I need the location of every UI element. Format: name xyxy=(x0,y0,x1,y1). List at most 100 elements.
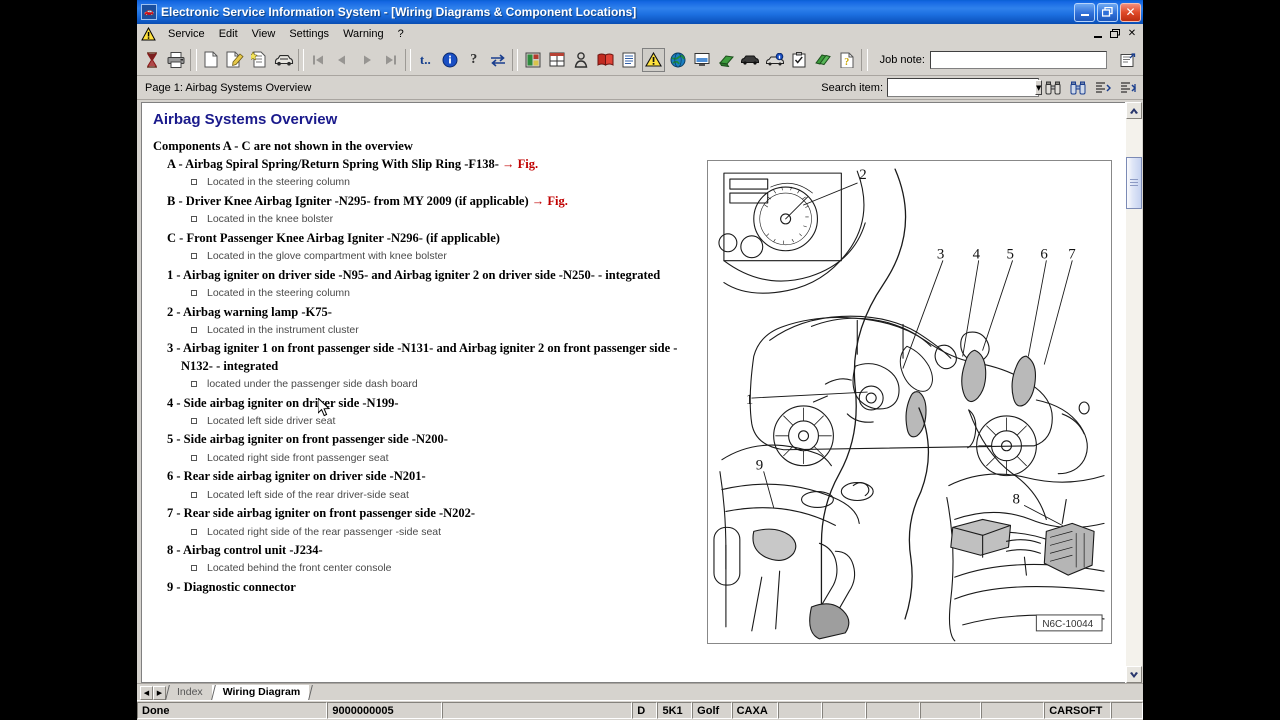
warning-button[interactable] xyxy=(642,47,665,72)
find-button[interactable] xyxy=(1042,77,1064,98)
diagram-callouts: 1 2 3 4 5 6 7 8 9 xyxy=(746,167,1076,507)
menu-item-edit[interactable]: Edit xyxy=(212,26,245,42)
grid-button[interactable] xyxy=(545,47,568,72)
restore-icon xyxy=(1102,7,1113,17)
status-blank-4 xyxy=(866,702,920,719)
menu-item-help[interactable]: ? xyxy=(391,26,411,42)
toolbar-separator xyxy=(190,48,197,71)
help-button[interactable]: ? xyxy=(462,47,485,72)
page-help-button[interactable]: ? xyxy=(836,47,859,72)
list-item: A - Airbag Spiral Spring/Return Spring W… xyxy=(153,156,699,173)
scroll-up-button[interactable] xyxy=(1126,102,1142,119)
swap-button[interactable] xyxy=(486,47,510,72)
menu-item-settings[interactable]: Settings xyxy=(282,26,336,42)
window-title: Electronic Service Information System - … xyxy=(161,5,637,19)
search-input[interactable] xyxy=(888,80,1035,95)
list-item-sub: Located right side front passenger seat xyxy=(153,452,699,466)
status-blank-3 xyxy=(821,702,867,719)
status-bar: Done 9000000005 D 5K1 Golf CAXA CARSOFT xyxy=(137,700,1144,720)
component-location-diagram[interactable]: 1 2 3 4 5 6 7 8 9 N6C-10044 xyxy=(707,160,1112,644)
item-text: - Driver Knee Airbag Igniter -N295- from… xyxy=(178,193,529,208)
red-book-button[interactable] xyxy=(594,47,617,72)
search-item-combo[interactable]: ▼ xyxy=(887,78,1043,97)
mdi-close-button[interactable]: ✕ xyxy=(1125,26,1139,40)
menu-item-warning[interactable]: Warning xyxy=(336,26,391,42)
status-blank-2 xyxy=(777,702,822,719)
checklist-button[interactable] xyxy=(787,47,810,72)
warning-triangle-icon xyxy=(141,26,156,41)
car-info-icon xyxy=(765,52,784,65)
green-books-button[interactable] xyxy=(811,47,835,72)
green-parts-button[interactable] xyxy=(715,47,738,72)
properties-icon xyxy=(1120,52,1135,67)
green-books-icon xyxy=(815,54,831,66)
car-black-button[interactable] xyxy=(739,47,762,72)
tab-index[interactable]: Index xyxy=(166,685,212,700)
indent-left-button[interactable] xyxy=(1092,77,1114,98)
app-icon: 🚗 xyxy=(141,4,157,20)
indent-right-button[interactable] xyxy=(1117,77,1139,98)
job-note-properties-button[interactable] xyxy=(1116,47,1139,72)
status-model-name: Golf xyxy=(692,702,732,719)
menu-item-service[interactable]: Service xyxy=(161,26,212,42)
item-key: 5 xyxy=(167,432,174,447)
fig-link[interactable]: Fig. xyxy=(547,194,567,208)
scroll-down-button[interactable] xyxy=(1126,666,1142,683)
info-button[interactable] xyxy=(438,47,461,72)
globe-icon xyxy=(670,52,686,67)
next-page-button[interactable] xyxy=(355,47,378,72)
tab-prev-button[interactable]: ◀ xyxy=(140,685,153,700)
print-button[interactable] xyxy=(165,47,188,72)
tab-next-button[interactable]: ▶ xyxy=(153,685,166,700)
vertical-scrollbar[interactable] xyxy=(1125,102,1142,683)
mdi-restore-button[interactable] xyxy=(1108,26,1122,40)
printer-icon xyxy=(167,51,185,68)
new-document-button[interactable] xyxy=(199,47,222,72)
item-text: - Rear side airbag igniter on driver sid… xyxy=(176,469,426,484)
tab-wiring-diagram[interactable]: Wiring Diagram xyxy=(211,685,310,700)
menu-item-view[interactable]: View xyxy=(245,26,283,42)
scrollbar-thumb[interactable] xyxy=(1126,157,1142,209)
restore-button[interactable] xyxy=(1097,2,1118,22)
report-button[interactable] xyxy=(618,47,641,72)
toolbar-separator xyxy=(297,48,304,71)
edit-document-button[interactable] xyxy=(224,47,247,72)
globe-button[interactable] xyxy=(666,47,689,72)
vehicle-button[interactable] xyxy=(272,47,295,72)
job-note-input[interactable] xyxy=(929,50,1107,69)
mdi-minimize-button[interactable] xyxy=(1091,26,1105,40)
callout-3: 3 xyxy=(937,247,944,263)
square-bullet-icon xyxy=(191,326,197,333)
square-bullet-icon xyxy=(191,216,197,223)
new-note-button[interactable] xyxy=(248,47,271,72)
car-info-button[interactable] xyxy=(763,47,786,72)
previous-page-button[interactable] xyxy=(331,47,354,72)
minimize-button[interactable] xyxy=(1074,2,1095,22)
item-key: A xyxy=(167,157,176,171)
document-list-button[interactable] xyxy=(521,47,544,72)
fig-link[interactable]: Fig. xyxy=(518,157,538,171)
window-controls: ✕ xyxy=(1074,2,1141,22)
first-page-button[interactable] xyxy=(307,47,330,72)
square-bullet-icon xyxy=(191,289,197,296)
info-circle-icon xyxy=(442,52,457,67)
application-window: 🚗 Electronic Service Information System … xyxy=(136,0,1144,720)
last-page-button[interactable] xyxy=(379,47,402,72)
sub-text: Located in the glove compartment with kn… xyxy=(207,250,447,263)
exit-button[interactable] xyxy=(141,47,164,72)
document-view[interactable]: Airbag Systems Overview Components A - C… xyxy=(141,102,1125,683)
scrollbar-track[interactable] xyxy=(1126,119,1142,666)
item-text: - Diagnostic connector xyxy=(176,580,296,595)
text-button[interactable]: t.. xyxy=(414,47,437,72)
find-next-button[interactable] xyxy=(1067,77,1089,98)
sub-text: located under the passenger side dash bo… xyxy=(207,377,418,390)
component-list: Components A - C are not shown in the ov… xyxy=(153,139,699,597)
person-button[interactable] xyxy=(569,47,593,72)
indent-right-icon xyxy=(1121,81,1136,93)
status-blank-6 xyxy=(981,702,1045,719)
status-blank-1 xyxy=(441,702,633,719)
diagram-caption: N6C-10044 xyxy=(1042,619,1093,630)
monitor-button[interactable] xyxy=(690,47,714,72)
square-bullet-icon xyxy=(191,380,197,387)
close-button[interactable]: ✕ xyxy=(1120,2,1141,22)
